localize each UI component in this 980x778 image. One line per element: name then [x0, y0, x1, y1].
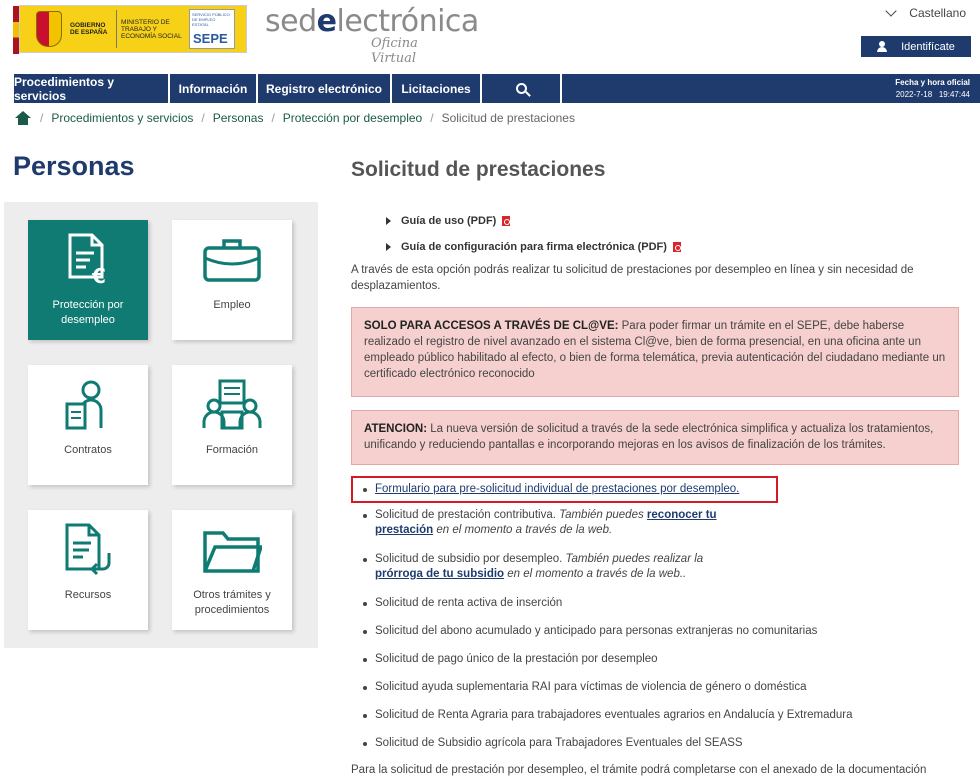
breadcrumb-personas[interactable]: Personas	[213, 111, 264, 125]
list-item: Solicitud del abono acumulado y anticipa…	[351, 624, 817, 639]
sepe-logo: SERVICIO PÚBLICO DE EMPLEO ESTATAL SEPE	[189, 9, 235, 49]
breadcrumb: / Procedimientos y servicios / Personas …	[14, 111, 575, 125]
nav-search[interactable]	[482, 74, 562, 103]
nav-licitaciones[interactable]: Licitaciones	[392, 74, 482, 103]
list-item: Solicitud de subsidio por desempleo. Tam…	[351, 552, 751, 582]
user-icon	[877, 41, 888, 52]
prorroga-subsidio-link[interactable]: prórroga de tu subsidio	[375, 568, 504, 580]
section-title: Personas	[13, 151, 135, 181]
chevron-down-icon	[885, 5, 897, 17]
folder-icon	[202, 522, 262, 578]
bullet-arrow-icon	[386, 243, 391, 251]
pdf-link-firma[interactable]: Guía de configuración para firma electró…	[386, 234, 681, 260]
intro-text: A través de esta opción podrás realizar …	[351, 264, 914, 292]
sede-electronica-logo[interactable]: sedelectrónica Oficina Virtual	[265, 4, 479, 66]
pdf-icon	[672, 242, 681, 252]
briefcase-icon	[202, 232, 262, 288]
list-item: Solicitud de renta activa de inserción	[351, 596, 562, 611]
training-icon	[202, 377, 262, 433]
person-document-icon	[58, 377, 118, 433]
tile-recursos[interactable]: Recursos	[28, 510, 148, 630]
clave-alert: SOLO PARA ACCESOS A TRAVÉS DE CL@VE: Par…	[351, 307, 959, 397]
coat-of-arms-icon	[36, 11, 62, 47]
breadcrumb-proteccion[interactable]: Protección por desempleo	[283, 111, 422, 125]
login-button[interactable]: Identifícate	[861, 36, 971, 57]
nav-informacion[interactable]: Información	[170, 74, 258, 103]
attention-alert: ATENCION: La nueva versión de solicitud …	[351, 410, 959, 465]
pdf-icon	[502, 216, 511, 226]
document-euro-icon: €	[58, 232, 118, 288]
pdf-links: Guía de uso (PDF) Guía de configuración …	[386, 208, 681, 260]
language-selector[interactable]: Castellano	[885, 5, 966, 20]
category-panel: € Protección por desempleo Empleo Contra…	[4, 202, 318, 648]
main-nav: Procedimientos y servicios Información R…	[0, 74, 980, 103]
pre-solicitud-link[interactable]: Formulario para pre-solicitud individual…	[375, 483, 739, 495]
list-item: Solicitud de Renta Agraria para trabajad…	[351, 708, 853, 723]
tile-formacion[interactable]: Formación	[172, 365, 292, 485]
tile-empleo[interactable]: Empleo	[172, 220, 292, 340]
bullet-arrow-icon	[386, 217, 391, 225]
list-item: Formulario para pre-solicitud individual…	[351, 482, 739, 497]
breadcrumb-procedimientos[interactable]: Procedimientos y servicios	[51, 111, 193, 125]
page-title: Solicitud de prestaciones	[351, 158, 606, 181]
breadcrumb-current: Solicitud de prestaciones	[441, 111, 575, 125]
search-icon	[515, 83, 527, 94]
svg-text:€: €	[91, 264, 106, 287]
nav-registro[interactable]: Registro electrónico	[258, 74, 392, 103]
pdf-link-guia-uso[interactable]: Guía de uso (PDF)	[386, 208, 681, 234]
home-icon[interactable]	[14, 111, 32, 125]
tile-proteccion[interactable]: € Protección por desempleo	[28, 220, 148, 340]
tile-contratos[interactable]: Contratos	[28, 365, 148, 485]
official-datetime: Fecha y hora oficial 2022-7-18 19:47:44	[895, 78, 970, 99]
tile-otros[interactable]: Otros trámites y procedimientos	[172, 510, 292, 630]
site-header: GOBIERNO DE ESPAÑA MINISTERIO DE TRABAJO…	[0, 0, 980, 74]
list-item: Solicitud de pago único de la prestación…	[351, 652, 658, 667]
document-return-icon	[58, 522, 118, 578]
government-logo[interactable]: GOBIERNO DE ESPAÑA MINISTERIO DE TRABAJO…	[19, 5, 247, 53]
nav-procedimientos[interactable]: Procedimientos y servicios	[0, 74, 170, 103]
gov-label: GOBIERNO DE ESPAÑA	[70, 22, 108, 36]
list-item: Solicitud ayuda suplementaria RAI para v…	[351, 680, 807, 695]
list-item: Solicitud de prestación contributiva. Ta…	[351, 508, 751, 538]
ministry-label: MINISTERIO DE TRABAJO Y ECONOMÍA SOCIAL	[121, 18, 182, 40]
list-item: Solicitud de Subsidio agrícola para Trab…	[351, 736, 743, 751]
footer-note: Para la solicitud de prestación por dese…	[351, 764, 927, 776]
